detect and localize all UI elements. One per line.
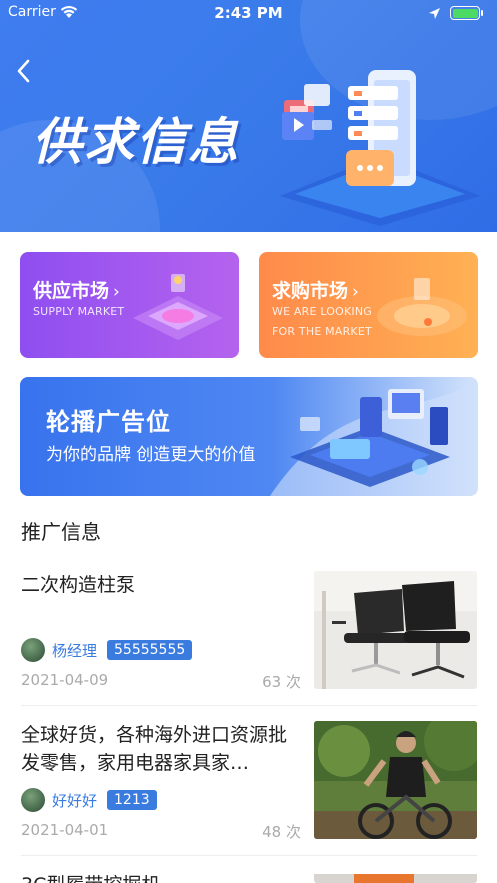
divider [21, 855, 477, 856]
supply-market-illustration [133, 274, 223, 340]
item-badge: 55555555 [107, 640, 193, 660]
battery-icon [450, 6, 483, 20]
ad-illustration [270, 377, 478, 496]
ad-subtitle: 为你的品牌 创造更大的价值 [46, 445, 256, 465]
chevron-right-icon: › [113, 282, 120, 302]
demand-market-card[interactable]: 求购市场 › WE ARE LOOKING FOR THE MARKET [259, 252, 478, 358]
item-date: 2021-04-01 [21, 821, 109, 839]
item-views: 48 次 [262, 823, 301, 841]
list-item[interactable]: 二次构造柱泵 杨经理 55555555 2021-04-09 63 次 [0, 571, 497, 691]
section-title: 推广信息 [21, 520, 101, 544]
item-title: 二次构造柱泵 [21, 574, 136, 596]
list-item[interactable]: 3C型履带挖掘机 [0, 871, 497, 883]
demand-market-illustration [377, 278, 467, 336]
item-title: 全球好货，各种海外进口资源批发零售，家用电器家具家… [21, 724, 288, 774]
item-author: 好好好 [52, 792, 98, 810]
demand-market-title: 求购市场 › [272, 280, 359, 302]
header-banner: Carrier 2:43 PM 供求信息 [0, 0, 497, 232]
status-time: 2:43 PM [214, 4, 283, 22]
divider [21, 705, 477, 706]
supply-market-card[interactable]: 供应市场 › SUPPLY MARKET [20, 252, 239, 358]
chevron-right-icon: › [352, 282, 359, 302]
demand-market-subtitle-line1: WE ARE LOOKING [272, 305, 373, 318]
header-illustration [280, 70, 480, 226]
item-author: 杨经理 [52, 642, 98, 660]
supply-market-subtitle: SUPPLY MARKET [33, 305, 125, 318]
status-bar: Carrier 2:43 PM [0, 0, 497, 26]
location-arrow-icon [428, 5, 441, 24]
supply-market-title: 供应市场 › [33, 280, 120, 302]
chevron-left-icon [17, 59, 30, 83]
avatar [21, 788, 45, 812]
item-badge: 1213 [107, 790, 157, 810]
item-title: 3C型履带挖掘机 [21, 871, 301, 883]
item-date: 2021-04-09 [21, 671, 109, 689]
item-thumbnail [314, 571, 477, 689]
item-views: 63 次 [262, 673, 301, 691]
page-title: 供求信息 [32, 113, 240, 171]
item-thumbnail [314, 721, 477, 839]
item-thumbnail [314, 871, 477, 883]
list-item[interactable]: 全球好货，各种海外进口资源批发零售，家用电器家具家… 好好好 1213 2021… [0, 721, 497, 841]
carousel-ad-banner[interactable]: 轮播广告位 为你的品牌 创造更大的价值 [20, 377, 478, 496]
back-button[interactable] [12, 56, 38, 86]
demand-market-subtitle-line2: FOR THE MARKET [272, 325, 372, 338]
avatar [21, 638, 45, 662]
ad-title: 轮播广告位 [46, 408, 171, 436]
